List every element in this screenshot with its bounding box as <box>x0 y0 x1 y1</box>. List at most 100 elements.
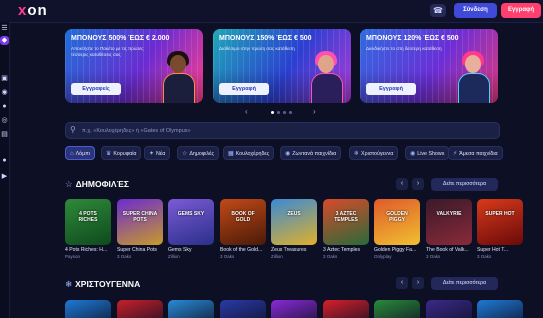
game-tile[interactable] <box>220 300 266 318</box>
category-new[interactable]: ✦ Νέα <box>144 146 171 160</box>
banner-title: ΜΠΟΝΟΥΣ 150% ΈΩΣ € 500 <box>219 35 312 42</box>
game-tile[interactable] <box>271 300 317 318</box>
christmas-see-all-button[interactable]: Δείτε περισσότερα <box>431 277 498 290</box>
carousel-dot[interactable] <box>271 111 274 114</box>
slots-icon: ▦ <box>228 151 234 157</box>
banner-title: ΜΠΟΝΟΥΣ 500% ΈΩΣ € 2.000 <box>71 35 170 42</box>
game-tile[interactable] <box>374 300 420 318</box>
game-tile[interactable]: 4 POTS RICHES <box>65 199 111 245</box>
game-thumbnail: SUPER HOT <box>477 199 523 245</box>
game-tile[interactable] <box>117 300 163 318</box>
search-input[interactable] <box>80 124 484 138</box>
search-bar[interactable]: ⚲ <box>65 122 500 139</box>
lightning-icon: ⚡ <box>453 151 458 157</box>
live-icon[interactable]: ● <box>0 102 9 111</box>
popular-next-button[interactable]: › <box>412 178 424 190</box>
game-logo-text: 4 POTS RICHES <box>78 211 98 223</box>
snowflake-icon: ❄ <box>65 279 73 289</box>
banner-character-image <box>456 51 490 103</box>
apple-icon[interactable]: ● <box>0 156 9 165</box>
category-lobby[interactable]: ⌂ Λόμπι <box>65 146 95 160</box>
star-icon: ☆ <box>65 179 73 189</box>
category-slots[interactable]: ▦ Κουλοχέρηδες <box>223 146 275 160</box>
game-title[interactable]: 4 Pots Riches: H... <box>65 247 113 253</box>
game-title[interactable]: Gems Sky <box>168 247 216 253</box>
game-title[interactable]: Book of the Gold... <box>220 247 268 253</box>
game-provider: 3 Oaks <box>220 254 235 259</box>
cart-icon[interactable]: ▤ <box>0 130 9 139</box>
game-thumbnail: GEMS SKY <box>168 199 214 245</box>
promo-banner-2[interactable]: ΜΠΟΝΟΥΣ 150% ΈΩΣ € 500 Διαθέσιμο στην πρ… <box>213 29 351 103</box>
game-logo-text: SUPER CHINA POTS <box>122 211 158 223</box>
game-title[interactable]: Golden Piggy Fa... <box>374 247 422 253</box>
game-logo-text: ZEUS <box>287 211 301 217</box>
game-tile[interactable] <box>168 300 214 318</box>
carousel-dot[interactable] <box>283 111 286 114</box>
carousel-dot[interactable] <box>277 111 280 114</box>
carousel-next-icon[interactable]: › <box>313 107 316 116</box>
game-thumbnail: SUPER CHINA POTS <box>117 199 163 245</box>
bonus-icon[interactable]: ◆ <box>0 36 9 45</box>
game-provider: 3 Oaks <box>426 254 441 259</box>
game-tile[interactable]: VALKYRIE <box>426 199 472 245</box>
popular-prev-button[interactable]: ‹ <box>396 178 408 190</box>
top-bar: xon ☎ Σύνδεση Εγγραφή <box>0 0 543 23</box>
game-logo-text: VALKYRIE <box>436 211 462 217</box>
banner-register-button[interactable]: Εγγραφείς <box>71 83 121 95</box>
category-popular[interactable]: ☆ Δημοφιλές <box>177 146 220 160</box>
banner-title: ΜΠΟΝΟΥΣ 120% ΈΩΣ € 500 <box>366 35 459 42</box>
game-tile[interactable] <box>477 300 523 318</box>
game-tile[interactable]: BOOK OF GOLD <box>220 199 266 245</box>
register-button[interactable]: Εγγραφή <box>501 3 541 18</box>
game-provider: 3 Oaks <box>117 254 132 259</box>
christmas-prev-button[interactable]: ‹ <box>396 277 408 289</box>
game-logo-text: GOLDEN PIGGY <box>386 211 408 223</box>
game-logo-text: 3 AZTEC TEMPLES <box>334 211 358 223</box>
game-tile[interactable]: GEMS SKY <box>168 199 214 245</box>
category-live-shows[interactable]: ◉ Live Shows <box>405 146 450 160</box>
game-title[interactable]: 3 Aztec Temples <box>323 247 371 253</box>
game-title[interactable]: Zeus Treasures <box>271 247 319 253</box>
logo[interactable]: xon <box>18 2 48 19</box>
game-logo-text: GEMS SKY <box>177 211 205 217</box>
category-instant-games[interactable]: ⚡ Άμεσα παιχνίδια <box>448 146 503 160</box>
banner-register-button[interactable]: Εγγραφή <box>219 83 269 95</box>
game-provider: Payson <box>65 254 81 259</box>
game-thumbnail: 3 AZTEC TEMPLES <box>323 199 369 245</box>
carousel-dot[interactable] <box>289 111 292 114</box>
game-tile[interactable] <box>426 300 472 318</box>
menu-icon[interactable]: ☰ <box>0 24 9 33</box>
category-christmas[interactable]: ❄ Χριστούγεννα <box>349 146 399 160</box>
carousel-prev-icon[interactable]: ‹ <box>245 107 248 116</box>
game-thumbnail: GOLDEN PIGGY <box>374 199 420 245</box>
banner-character-image <box>161 51 195 103</box>
promo-banner-3[interactable]: ΜΠΟΝΟΥΣ 120% ΈΩΣ € 500 Διεκδικήστε το στ… <box>360 29 498 103</box>
game-tile[interactable] <box>65 300 111 318</box>
section-title-popular: ☆ ΔΗΜΟΦΙΛΈΣ <box>65 179 129 189</box>
game-tile[interactable]: 3 AZTEC TEMPLES <box>323 199 369 245</box>
sidebar: ☰ ◆ ▣ ◉ ● ◎ ▤ ● ▶ <box>0 22 10 318</box>
game-title[interactable]: The Book of Valk... <box>426 247 474 253</box>
casino-icon[interactable]: ◉ <box>0 88 9 97</box>
game-tile[interactable]: ZEUS <box>271 199 317 245</box>
category-live-games[interactable]: ◉ Ζωντανά παιχνίδια <box>280 146 342 160</box>
gift-icon[interactable]: ▣ <box>0 74 9 83</box>
support-headset-icon[interactable]: ☎ <box>430 4 446 17</box>
game-tile[interactable]: SUPER CHINA POTS <box>117 199 163 245</box>
game-thumbnail: VALKYRIE <box>426 199 472 245</box>
game-tile[interactable]: SUPER HOT <box>477 199 523 245</box>
game-title[interactable]: Super China Pots <box>117 247 165 253</box>
sports-icon[interactable]: ◎ <box>0 116 9 125</box>
game-logo-text: BOOK OF GOLD <box>231 211 255 223</box>
login-button[interactable]: Σύνδεση <box>454 3 497 18</box>
game-tile[interactable]: GOLDEN PIGGY <box>374 199 420 245</box>
popular-see-all-button[interactable]: Δείτε περισσότερα <box>431 178 498 191</box>
game-title[interactable]: Super Hot T... <box>477 247 525 253</box>
category-top[interactable]: ♛ Κορυφαία <box>101 146 142 160</box>
promo-banner-1[interactable]: ΜΠΟΝΟΥΣ 500% ΈΩΣ € 2.000 Αποκτήστε το Πα… <box>65 29 203 103</box>
game-tile[interactable] <box>323 300 369 318</box>
banner-register-button[interactable]: Εγγραφή <box>366 83 416 95</box>
christmas-next-button[interactable]: › <box>412 277 424 289</box>
android-icon[interactable]: ▶ <box>0 172 9 181</box>
snowflake-icon: ❄ <box>354 151 360 157</box>
